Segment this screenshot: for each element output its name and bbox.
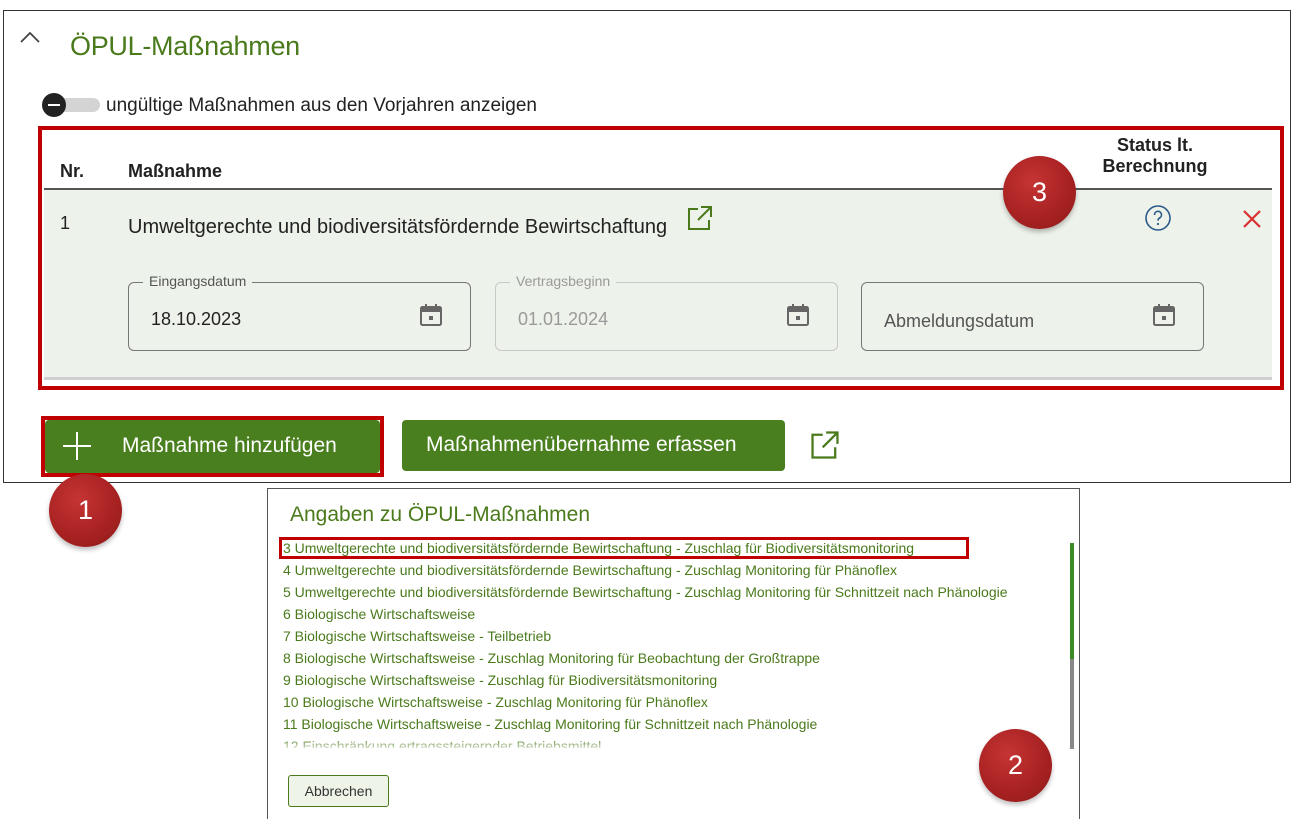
- popup-title: Angaben zu ÖPUL-Maßnahmen: [290, 503, 590, 526]
- list-item[interactable]: 10 Biologische Wirtschaftsweise - Zuschl…: [283, 694, 708, 710]
- add-measure-label: Maßnahme hinzufügen: [122, 434, 337, 457]
- external-link-icon[interactable]: [808, 428, 842, 462]
- highlight-list-item-frame: [279, 537, 969, 559]
- cancel-button[interactable]: Abbrechen: [288, 775, 389, 807]
- list-item[interactable]: 9 Biologische Wirtschaftsweise - Zuschla…: [283, 672, 717, 688]
- step-badge-3: 3: [1003, 156, 1076, 229]
- list-item[interactable]: 5 Umweltgerechte und biodiversitätsförde…: [283, 584, 1008, 600]
- highlight-table-frame: [38, 126, 1284, 390]
- list-item[interactable]: 7 Biologische Wirtschaftsweise - Teilbet…: [283, 628, 551, 644]
- add-measure-button[interactable]: Maßnahme hinzufügen: [45, 420, 380, 473]
- step-badge-1: 1: [49, 474, 122, 547]
- list-item[interactable]: 8 Biologische Wirtschaftsweise - Zuschla…: [283, 650, 820, 666]
- scrollbar-thumb[interactable]: [1070, 543, 1074, 659]
- list-item[interactable]: 6 Biologische Wirtschaftsweise: [283, 606, 475, 622]
- toggle-knob: [42, 93, 66, 117]
- panel-title: ÖPUL-Maßnahmen: [70, 31, 300, 61]
- list-fade: [269, 737, 1069, 751]
- measure-takeover-label: Maßnahmenübernahme erfassen: [426, 433, 737, 456]
- list-item[interactable]: 11 Biologische Wirtschaftsweise - Zuschl…: [283, 716, 817, 732]
- show-invalid-toggle[interactable]: [42, 93, 104, 117]
- measure-takeover-button[interactable]: Maßnahmenübernahme erfassen: [402, 420, 785, 471]
- plus-icon: [63, 432, 91, 460]
- step-badge-2: 2: [979, 729, 1052, 802]
- chevron-up-icon[interactable]: [18, 26, 42, 50]
- list-item[interactable]: 4 Umweltgerechte und biodiversitätsförde…: [283, 562, 897, 578]
- scrollbar-lower: [1070, 659, 1074, 749]
- toggle-label: ungültige Maßnahmen aus den Vorjahren an…: [106, 95, 537, 116]
- measures-popup: Angaben zu ÖPUL-Maßnahmen 3 Umweltgerech…: [267, 488, 1080, 819]
